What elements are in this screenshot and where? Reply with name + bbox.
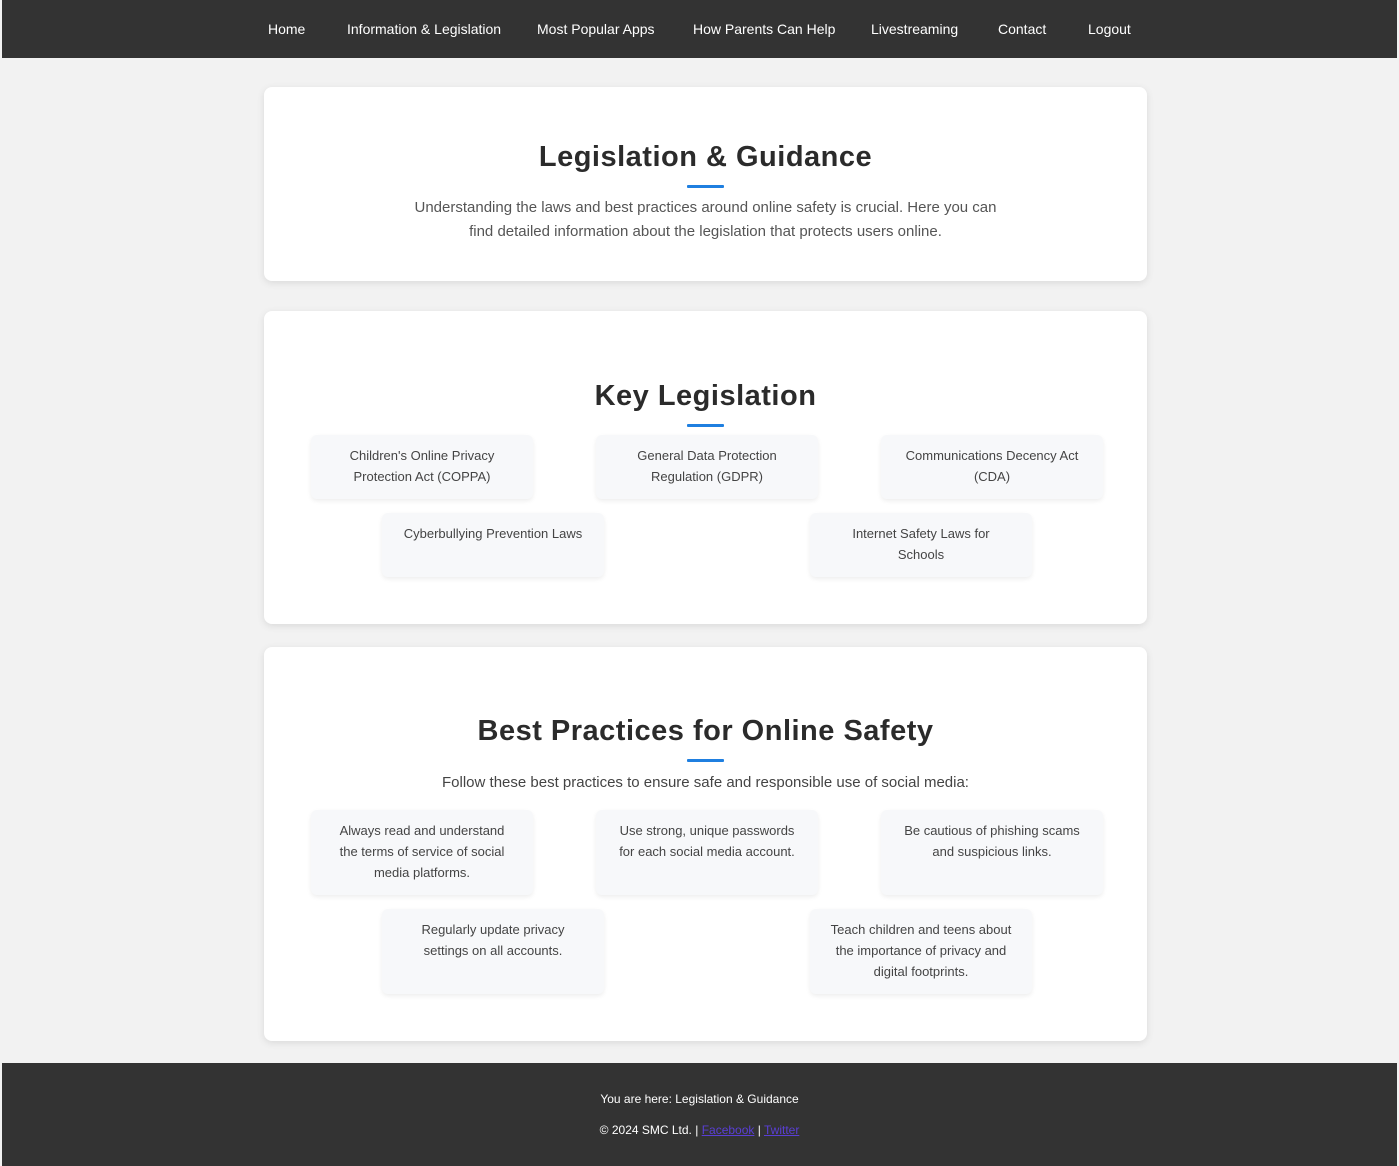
legislation-item-cyberbullying: Cyberbullying Prevention Laws [382,513,604,577]
key-legislation-card: Key Legislation Children's Online Privac… [264,311,1147,624]
key-legislation-underline [687,424,724,427]
key-legislation-heading: Key Legislation [594,380,817,412]
best-practices-heading: Best Practices for Online Safety [477,715,934,747]
intro-card: Legislation & Guidance Understanding the… [264,87,1147,281]
nav-popular-apps-link[interactable]: Most Popular Apps [537,20,655,38]
footer-copyright-line: © 2024 SMC Ltd. | Facebook | Twitter [2,1123,1397,1137]
page-title: Legislation & Guidance [538,141,873,173]
footer-twitter-link[interactable]: Twitter [764,1123,799,1137]
legislation-item-coppa: Children's Online Privacy Protection Act… [311,435,533,499]
practice-item-passwords: Use strong, unique passwords for each so… [596,810,818,895]
footer-separator: | [757,1123,761,1137]
footer-breadcrumb: You are here: Legislation & Guidance [600,1092,799,1106]
intro-paragraph: Understanding the laws and best practice… [414,199,997,240]
nav-info-legislation-link[interactable]: Information & Legislation [347,20,501,38]
title-underline [687,185,724,188]
practice-item-teach-children: Teach children and teens about the impor… [810,909,1032,994]
best-practices-underline [687,759,724,762]
best-practices-subtitle: Follow these best practices to ensure sa… [442,774,969,791]
best-practices-card: Best Practices for Online Safety Follow … [264,647,1147,1041]
legislation-item-cda: Communications Decency Act (CDA) [881,435,1103,499]
practice-item-phishing: Be cautious of phishing scams and suspic… [881,810,1103,895]
nav-parents-help-link[interactable]: How Parents Can Help [693,20,835,38]
page-frame: Home Information & Legislation Most Popu… [2,0,1397,1166]
page-footer: You are here: Legislation & Guidance © 2… [2,1063,1397,1166]
copyright-text: © 2024 SMC Ltd. | [599,1123,699,1137]
practice-item-terms: Always read and understand the terms of … [311,810,533,895]
legislation-item-school-laws: Internet Safety Laws for Schools [810,513,1032,577]
nav-home-link[interactable]: Home [268,20,305,38]
nav-livestreaming-link[interactable]: Livestreaming [871,20,958,38]
top-navbar: Home Information & Legislation Most Popu… [2,0,1397,58]
practice-item-privacy-settings: Regularly update privacy settings on all… [382,909,604,994]
footer-facebook-link[interactable]: Facebook [702,1123,755,1137]
nav-contact-link[interactable]: Contact [998,20,1046,38]
nav-logout-link[interactable]: Logout [1088,20,1131,38]
legislation-item-gdpr: General Data Protection Regulation (GDPR… [596,435,818,499]
